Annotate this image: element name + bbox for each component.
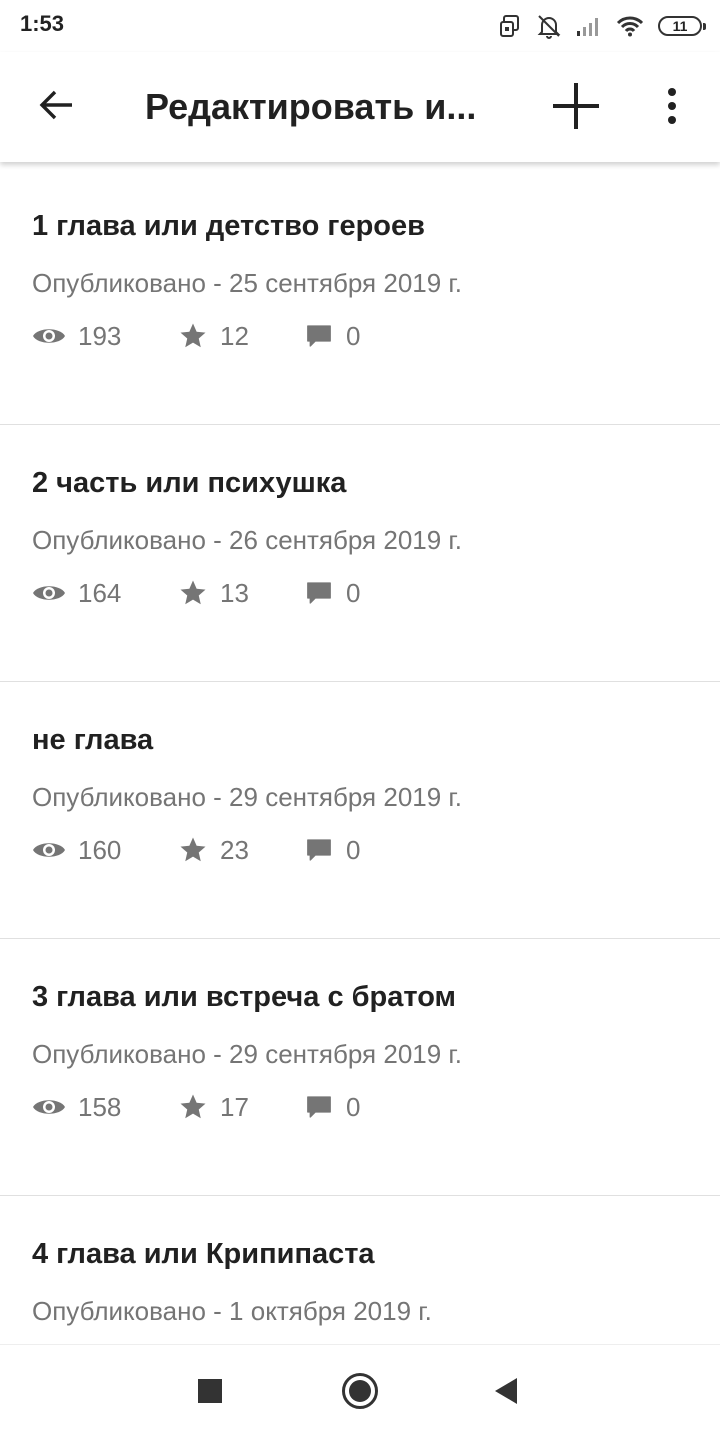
status-time: 1:53 xyxy=(20,11,65,36)
stars-stat: 17 xyxy=(178,1089,249,1125)
comments-stat: 0 xyxy=(304,1089,360,1125)
star-icon xyxy=(178,835,208,865)
screen-rotate-icon xyxy=(498,14,522,38)
alarm-off-icon xyxy=(536,13,562,39)
star-icon xyxy=(178,578,208,608)
list-item[interactable]: 4 глава или Крипипаста Опубликовано - 1 … xyxy=(0,1196,720,1344)
comments-count: 0 xyxy=(346,1091,361,1122)
comment-icon xyxy=(304,578,334,608)
more-vert-icon xyxy=(667,87,677,129)
eye-icon xyxy=(32,582,66,604)
views-stat: 164 xyxy=(32,575,121,611)
wifi-icon xyxy=(616,15,644,37)
chapter-date: Опубликовано - 1 октября 2019 г. xyxy=(32,1296,432,1326)
stars-count: 12 xyxy=(220,320,249,351)
stars-count: 17 xyxy=(220,1091,249,1122)
chapter-title: не глава xyxy=(32,724,154,756)
comments-stat: 0 xyxy=(304,832,360,868)
chapter-title: 1 глава или детство героев xyxy=(32,210,425,242)
page-title: Редактировать и... xyxy=(145,86,477,127)
comments-count: 0 xyxy=(346,320,361,351)
list-item[interactable]: 3 глава или встреча с братом Опубликован… xyxy=(0,939,720,1196)
app-bar: Редактировать и... xyxy=(0,52,720,162)
recents-button[interactable] xyxy=(186,1369,234,1417)
status-icons: 11 xyxy=(498,12,706,40)
views-stat: 160 xyxy=(32,832,121,868)
list-item[interactable]: 2 часть или психушка Опубликовано - 26 с… xyxy=(0,425,720,682)
views-count: 193 xyxy=(78,320,122,351)
list-item[interactable]: не глава Опубликовано - 29 сентября 2019… xyxy=(0,682,720,939)
back-button[interactable] xyxy=(26,77,86,137)
home-circle-icon xyxy=(341,1372,379,1415)
comments-stat: 0 xyxy=(304,575,360,611)
add-chapter-button[interactable] xyxy=(545,77,607,139)
list-item[interactable]: 1 глава или детство героев Опубликовано … xyxy=(0,168,720,425)
stars-count: 23 xyxy=(220,834,249,865)
star-icon xyxy=(178,1092,208,1122)
system-nav-bar xyxy=(0,1344,720,1441)
stars-stat: 23 xyxy=(178,832,249,868)
views-count: 160 xyxy=(78,834,122,865)
home-button[interactable] xyxy=(336,1369,384,1417)
views-stat: 193 xyxy=(32,318,121,354)
chapter-title: 3 глава или встреча с братом xyxy=(32,981,456,1013)
views-count: 164 xyxy=(78,577,122,608)
comments-stat: 0 xyxy=(304,318,360,354)
views-count: 158 xyxy=(78,1091,122,1122)
chapter-date: Опубликовано - 29 сентября 2019 г. xyxy=(32,782,462,812)
chapter-title: 4 глава или Крипипаста xyxy=(32,1238,375,1270)
battery-icon: 11 xyxy=(658,16,706,36)
comment-icon xyxy=(304,1092,334,1122)
views-stat: 158 xyxy=(32,1089,121,1125)
comment-icon xyxy=(304,321,334,351)
stars-stat: 13 xyxy=(178,575,249,611)
comments-count: 0 xyxy=(346,577,361,608)
chapter-list: 1 глава или детство героев Опубликовано … xyxy=(0,168,720,1344)
stars-stat: 12 xyxy=(178,318,249,354)
system-back-button[interactable] xyxy=(482,1369,530,1417)
eye-icon xyxy=(32,325,66,347)
comments-count: 0 xyxy=(346,834,361,865)
eye-icon xyxy=(32,839,66,861)
back-triangle-icon xyxy=(493,1377,519,1410)
stars-count: 13 xyxy=(220,577,249,608)
eye-icon xyxy=(32,1096,66,1118)
chapter-date: Опубликовано - 29 сентября 2019 г. xyxy=(32,1039,462,1069)
status-bar: 1:53 11 xyxy=(0,0,720,52)
more-options-button[interactable] xyxy=(648,77,696,139)
signal-icon xyxy=(576,15,602,37)
chapter-date: Опубликовано - 25 сентября 2019 г. xyxy=(32,268,462,298)
recents-square-icon xyxy=(198,1378,222,1408)
chapter-date: Опубликовано - 26 сентября 2019 г. xyxy=(32,525,462,555)
comment-icon xyxy=(304,835,334,865)
chapter-title: 2 часть или психушка xyxy=(32,467,347,499)
star-icon xyxy=(178,321,208,351)
plus-icon xyxy=(551,81,601,136)
back-arrow-icon xyxy=(38,87,74,128)
